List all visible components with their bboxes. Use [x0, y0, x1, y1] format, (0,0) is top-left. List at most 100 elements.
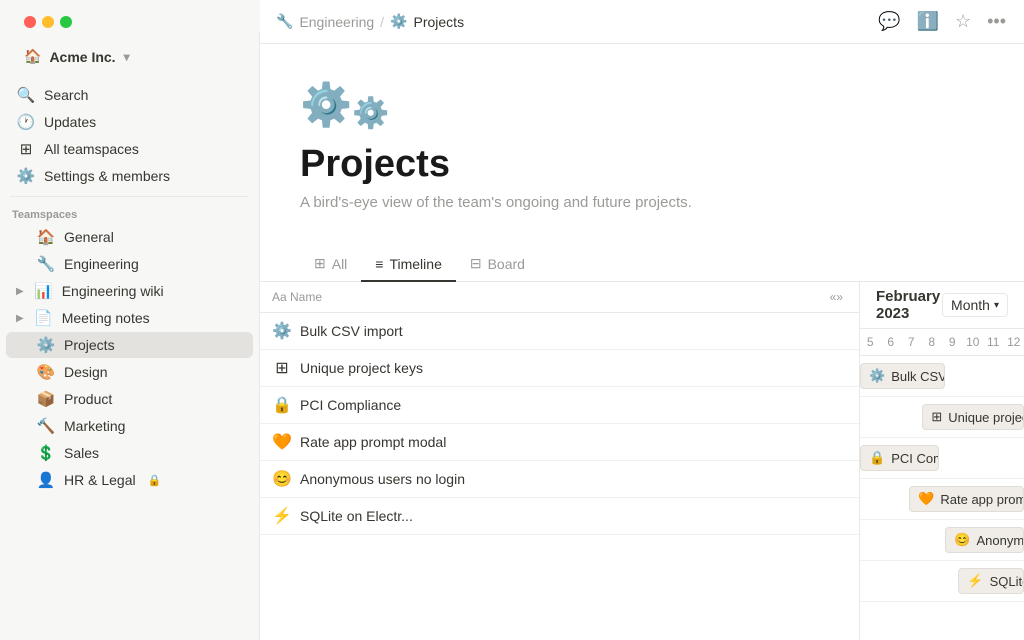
sidebar-label-engineering: Engineering — [64, 256, 139, 272]
tab-timeline[interactable]: ≡ Timeline — [361, 248, 456, 282]
chevron-icon-meeting-notes: ▶ — [16, 313, 24, 324]
table-row-anon-users[interactable]: 😊Anonymous users no login — [260, 461, 859, 498]
tab-all-label: All — [332, 256, 348, 272]
sidebar-label-meeting-notes: Meeting notes — [62, 310, 150, 326]
bar-icon-5: ⚡ — [967, 573, 983, 589]
sidebar-label-general: General — [64, 229, 114, 245]
info-icon[interactable]: ℹ️ — [915, 9, 941, 34]
sidebar-label-sales: Sales — [64, 445, 99, 461]
table-row-rate-app[interactable]: 🧡Rate app prompt modal — [260, 424, 859, 461]
timeline-bar-3[interactable]: 🧡Rate app prompt modalCompl🧑 — [909, 486, 1024, 512]
sidebar-label-projects: Projects — [64, 337, 115, 353]
sidebar-item-general[interactable]: 🏠 General — [6, 224, 253, 250]
tab-board-label: Board — [488, 256, 525, 272]
breadcrumb-parent[interactable]: Engineering — [299, 14, 374, 30]
breadcrumb-current-icon: ⚙️ — [390, 13, 407, 30]
timeline-bar-4[interactable]: 😊Anonymous users🧑 — [945, 527, 1024, 553]
sidebar-item-search[interactable]: 🔍Search — [6, 82, 253, 108]
sidebar-label-all-teamspaces: All teamspaces — [44, 141, 139, 157]
breadcrumb-current: Projects — [414, 14, 465, 30]
sidebar-item-projects[interactable]: ⚙️ Projects — [6, 332, 253, 358]
row-icon-bulk-csv: ⚙️ — [272, 321, 292, 341]
sidebar-icon-meeting-notes: 📄 — [34, 309, 54, 327]
table-row-sqlite[interactable]: ⚡SQLite on Electr... — [260, 498, 859, 535]
tab-all[interactable]: ⊞ All — [300, 247, 361, 282]
timeline-row-5[interactable]: ⚡SQLite on Electron🧑 — [860, 561, 1024, 602]
view-tabs: ⊞ All ≡ Timeline ⊟ Board — [260, 247, 1024, 282]
timeline-row-4[interactable]: 😊Anonymous users🧑 — [860, 520, 1024, 561]
row-icon-rate-app: 🧡 — [272, 432, 292, 452]
workspace-header[interactable]: 🏠 Acme Inc. ▾ — [14, 42, 245, 71]
sidebar-item-marketing[interactable]: 🔨 Marketing — [6, 413, 253, 439]
timeline-bar-0[interactable]: ⚙️Bulk CSV importComplete🧑 — [860, 363, 945, 389]
bar-icon-3: 🧡 — [918, 491, 934, 507]
month-chevron: ▾ — [994, 300, 999, 311]
minimize-button[interactable] — [42, 16, 54, 28]
sidebar-icon-engineering: 🔧 — [36, 255, 56, 273]
timeline-bar-2[interactable]: 🔒PCI ComplianceComplete🧑 — [860, 445, 939, 471]
collapse-button[interactable]: «» — [826, 288, 847, 306]
sidebar-nav: 🔍Search 🕐 Updates ⊞ All teamspaces ⚙️Settings… — [0, 81, 259, 190]
sidebar-item-all-teamspaces[interactable]: ⊞ All teamspaces — [6, 136, 253, 162]
page-icon: ⚙️⚙️ — [300, 76, 984, 131]
timeline-bar-1[interactable]: ⊞Unique project keysIn flight🧑 — [922, 404, 1024, 430]
timeline-row-1[interactable]: ⊞Unique project keysIn flight🧑 — [860, 397, 1024, 438]
date-11: 11 — [983, 333, 1004, 351]
page-title: Projects — [300, 143, 984, 186]
date-9: 9 — [942, 333, 963, 351]
row-name-bulk-csv: Bulk CSV import — [300, 323, 847, 339]
sidebar-icon-all-teamspaces: ⊞ — [16, 140, 36, 158]
sidebar-item-design[interactable]: 🎨Design — [6, 359, 253, 385]
row-icon-sqlite: ⚡ — [272, 506, 292, 526]
sidebar-label-updates: Updates — [44, 114, 96, 130]
sidebar: 🏠 Acme Inc. ▾ 🔍Search 🕐 Updates ⊞ All teamsp… — [0, 0, 260, 640]
table-rows: ⚙️ Bulk CSV import ⊞Unique project keys🔒PC… — [260, 313, 859, 535]
bar-icon-0: ⚙️ — [869, 368, 885, 384]
page-header: ⚙️⚙️ Projects A bird's-eye view of the t… — [260, 44, 1024, 247]
sidebar-icon-projects: ⚙️ — [36, 336, 56, 354]
sidebar-icon-hr-legal: 👤 — [36, 471, 56, 489]
close-button[interactable] — [24, 16, 36, 28]
date-10: 10 — [963, 333, 984, 351]
row-icon-anon-users: 😊 — [272, 469, 292, 489]
board-icon: ⊟ — [470, 255, 482, 272]
sidebar-icon-general: 🏠 — [36, 228, 56, 246]
tab-board[interactable]: ⊟ Board — [456, 247, 539, 282]
comment-icon[interactable]: 💬 — [876, 9, 902, 34]
sidebar-teamspaces: 🏠General🔧Engineering▶📊Engineering wiki▶📄… — [0, 223, 259, 494]
sidebar-top: 🏠 Acme Inc. ▾ — [0, 36, 259, 81]
table-row-pci[interactable]: 🔒PCI Compliance — [260, 387, 859, 424]
sidebar-label-marketing: Marketing — [64, 418, 125, 434]
sidebar-item-engineering[interactable]: 🔧 Engineering — [6, 251, 253, 277]
name-col-header: Aa Name — [272, 290, 322, 304]
month-selector[interactable]: Month ▾ — [942, 293, 1008, 317]
sidebar-icon-settings: ⚙️ — [16, 167, 36, 185]
sidebar-item-product[interactable]: 📦Product — [6, 386, 253, 412]
sidebar-icon-marketing: 🔨 — [36, 417, 56, 435]
timeline-row-0[interactable]: ⚙️Bulk CSV importComplete🧑 — [860, 356, 1024, 397]
workspace-name: Acme Inc. — [49, 49, 115, 65]
favorite-icon[interactable]: ☆ — [953, 9, 973, 34]
table-row-unique-keys[interactable]: ⊞Unique project keys — [260, 350, 859, 387]
sidebar-icon-product: 📦 — [36, 390, 56, 408]
sidebar-icon-updates: 🕐 — [16, 113, 36, 131]
sidebar-item-sales[interactable]: 💲Sales — [6, 440, 253, 466]
timeline-rows: ⚙️Bulk CSV importComplete🧑 ⊞Unique projec… — [860, 356, 1024, 640]
timeline-row-3[interactable]: 🧡Rate app prompt modalCompl🧑 — [860, 479, 1024, 520]
sidebar-item-meeting-notes[interactable]: ▶ 📄 Meeting notes — [6, 305, 253, 331]
more-icon[interactable]: ••• — [985, 9, 1008, 34]
timeline-row-2[interactable]: 🔒PCI ComplianceComplete🧑 — [860, 438, 1024, 479]
table-left: Aa Name «» ⚙️ Bulk CSV import ⊞Unique proj… — [260, 282, 860, 640]
chevron-icon-engineering-wiki: ▶ — [16, 286, 24, 297]
workspace-home-icon: 🏠 — [24, 48, 41, 65]
sidebar-item-engineering-wiki[interactable]: ▶📊Engineering wiki — [6, 278, 253, 304]
timeline-bar-5[interactable]: ⚡SQLite on Electron🧑 — [958, 568, 1024, 594]
table-row-bulk-csv[interactable]: ⚙️ Bulk CSV import — [260, 313, 859, 350]
sidebar-item-updates[interactable]: 🕐 Updates — [6, 109, 253, 135]
sidebar-item-settings[interactable]: ⚙️Settings & members — [6, 163, 253, 189]
sidebar-item-hr-legal[interactable]: 👤HR & Legal🔒 — [6, 467, 253, 493]
bar-icon-1: ⊞ — [931, 409, 942, 425]
maximize-button[interactable] — [60, 16, 72, 28]
bar-label-5: SQLite on Electron — [990, 574, 1024, 589]
workspace-chevron: ▾ — [124, 50, 130, 64]
